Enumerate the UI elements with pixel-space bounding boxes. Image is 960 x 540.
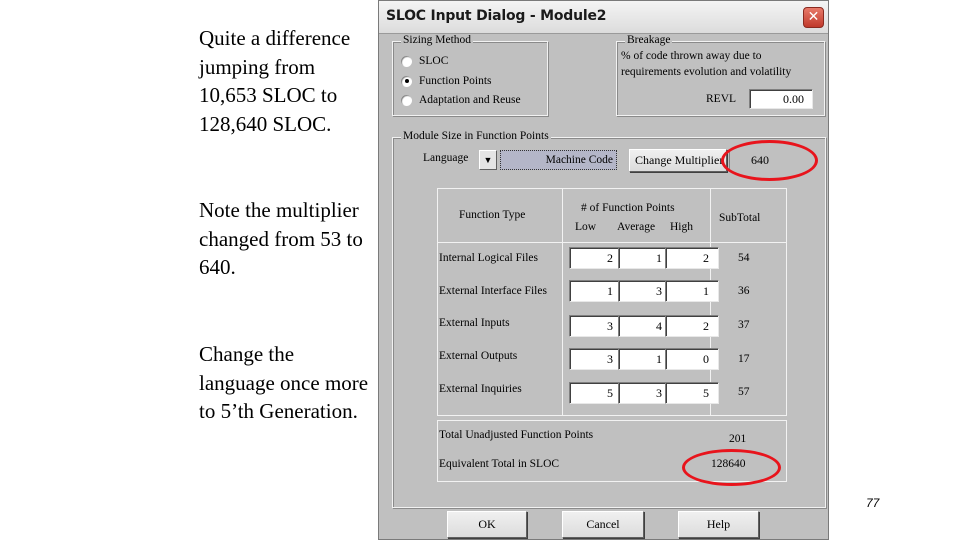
breakage-group: Breakage % of code thrown away due to re…	[616, 34, 825, 116]
radio-function-points-label: Function Points	[419, 75, 492, 87]
average-input[interactable]: 3	[618, 280, 672, 302]
sloc-total-highlight-ellipse	[682, 449, 781, 486]
row-subtotal: 54	[738, 252, 750, 264]
ok-button[interactable]: OK	[447, 511, 527, 538]
sizing-method-legend: Sizing Method	[401, 34, 474, 46]
language-dropdown[interactable]: ▼ Machine Code	[479, 150, 631, 171]
radio-button-icon[interactable]	[401, 94, 412, 106]
equivalent-sloc-label: Equivalent Total in SLOC	[439, 458, 560, 470]
row-function-type: External Inputs	[439, 317, 510, 329]
row-function-type: Internal Logical Files	[439, 252, 538, 264]
low-input[interactable]: 5	[569, 382, 623, 404]
row-function-type: External Interface Files	[439, 285, 547, 297]
radio-sloc[interactable]: SLOC	[401, 55, 448, 67]
close-icon: ✕	[807, 9, 820, 25]
language-label: Language	[423, 152, 469, 164]
low-input[interactable]: 1	[569, 280, 623, 302]
row-subtotal: 57	[738, 386, 750, 398]
breakage-legend: Breakage	[625, 34, 673, 46]
row-subtotal: 17	[738, 353, 750, 365]
revl-label: REVL	[706, 93, 737, 105]
header-divider	[438, 242, 786, 243]
radio-adaptation-reuse[interactable]: Adaptation and Reuse	[401, 94, 521, 106]
header-num-function-points: # of Function Points	[581, 202, 675, 214]
note-multiplier-change: Note the multiplier changed from 53 to 6…	[199, 198, 363, 280]
average-input[interactable]: 3	[618, 382, 672, 404]
high-input[interactable]: 0	[665, 348, 719, 370]
high-input[interactable]: 1	[665, 280, 719, 302]
column-divider	[562, 189, 563, 415]
dialog-title: SLOC Input Dialog - Module2	[386, 8, 607, 24]
low-input[interactable]: 2	[569, 247, 623, 269]
change-multiplier-label: Change Multiplier	[635, 153, 724, 167]
high-input[interactable]: 2	[665, 315, 719, 337]
cancel-button[interactable]: Cancel	[562, 511, 644, 538]
function-points-table: Function Type # of Function Points Low A…	[437, 188, 787, 416]
sizing-method-group: Sizing Method SLOC Function Points Adapt…	[392, 34, 548, 116]
row-subtotal: 36	[738, 285, 750, 297]
help-label: Help	[706, 517, 731, 531]
average-input[interactable]: 1	[618, 247, 672, 269]
row-function-type: External Outputs	[439, 350, 518, 362]
breakage-description-2: requirements evolution and volatility	[621, 66, 792, 78]
total-unadjusted-value: 201	[729, 433, 747, 445]
cancel-label: Cancel	[586, 517, 620, 531]
low-input[interactable]: 3	[569, 348, 623, 370]
change-multiplier-button[interactable]: Change Multiplier	[629, 149, 727, 172]
header-low: Low	[575, 221, 597, 233]
radio-sloc-label: SLOC	[419, 55, 449, 67]
multiplier-highlight-ellipse	[721, 140, 818, 181]
total-unadjusted-label: Total Unadjusted Function Points	[439, 429, 594, 441]
radio-button-icon[interactable]	[401, 55, 412, 67]
radio-button-checked-icon[interactable]	[401, 75, 412, 87]
chevron-down-icon: ▼	[483, 155, 493, 165]
high-input[interactable]: 5	[665, 382, 719, 404]
dropdown-arrow-button[interactable]: ▼	[479, 150, 497, 170]
header-function-type: Function Type	[459, 209, 526, 221]
note-sloc-difference: Quite a difference jumping from 10,653 S…	[199, 26, 351, 136]
revl-input[interactable]: 0.00	[749, 89, 813, 109]
low-input[interactable]: 3	[569, 315, 623, 337]
radio-function-points[interactable]: Function Points	[401, 75, 492, 87]
ok-label: OK	[478, 517, 496, 531]
language-value[interactable]: Machine Code	[500, 150, 617, 170]
title-bar[interactable]: SLOC Input Dialog - Module2 ✕	[379, 1, 828, 34]
row-function-type: External Inquiries	[439, 383, 522, 395]
radio-adaptation-reuse-label: Adaptation and Reuse	[419, 94, 521, 106]
header-high: High	[670, 221, 693, 233]
note-change-language: Change the language once more to 5’th Ge…	[199, 342, 369, 424]
header-subtotal: SubTotal	[719, 212, 761, 224]
header-average: Average	[617, 221, 656, 233]
help-button[interactable]: Help	[678, 511, 759, 538]
breakage-description-1: % of code thrown away due to	[621, 50, 762, 62]
average-input[interactable]: 1	[618, 348, 672, 370]
high-input[interactable]: 2	[665, 247, 719, 269]
row-subtotal: 37	[738, 319, 750, 331]
average-input[interactable]: 4	[618, 315, 672, 337]
close-button[interactable]: ✕	[803, 7, 824, 28]
module-size-legend: Module Size in Function Points	[401, 130, 551, 142]
page-number: 77	[866, 496, 880, 510]
